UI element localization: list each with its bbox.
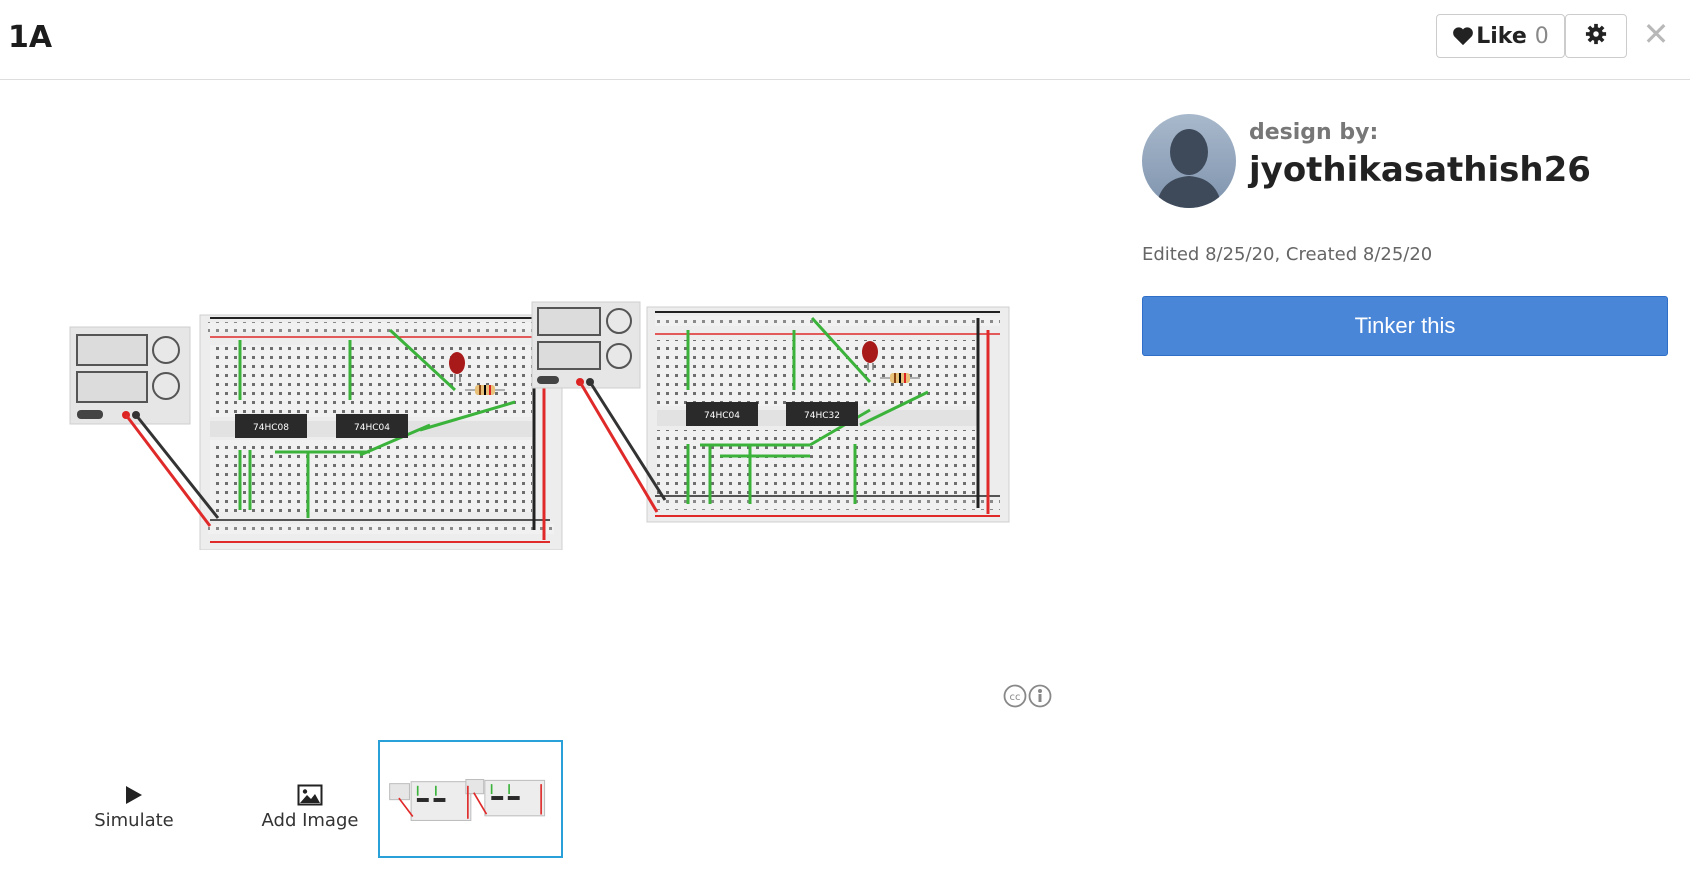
breadboard-left: 74HC08 74HC04 (199, 314, 563, 551)
chip-label: 74HC32 (804, 411, 840, 421)
chip-label: 74HC04 (704, 411, 740, 421)
like-label: Like (1476, 23, 1527, 49)
license-badge: cc (1003, 684, 1052, 712)
close-icon[interactable]: ✕ (1638, 15, 1674, 53)
design-by-label: design by: (1249, 120, 1379, 145)
breadboard-right: 74HC04 74HC32 (646, 306, 1010, 523)
play-icon (124, 778, 144, 806)
add-image-label: Add Image (261, 810, 359, 831)
circuit-preview: 74HC08 74HC04 74HC04 74HC32 (60, 290, 1060, 551)
simulate-label: Simulate (94, 810, 174, 831)
gear-icon (1585, 23, 1607, 49)
design-thumbnail[interactable] (378, 740, 563, 858)
attribution-icon (1028, 684, 1052, 712)
add-image-button[interactable]: Add Image (230, 778, 390, 831)
simulate-button[interactable]: Simulate (64, 778, 204, 831)
tinker-this-button[interactable]: Tinker this (1142, 296, 1668, 356)
power-supply-left (69, 326, 191, 425)
like-button[interactable]: Like 0 (1436, 14, 1565, 58)
image-icon (297, 778, 323, 806)
like-count: 0 (1534, 23, 1549, 49)
creative-commons-icon: cc (1003, 684, 1027, 712)
settings-button[interactable] (1565, 14, 1627, 58)
power-supply-right (531, 301, 641, 389)
svg-text:cc: cc (1010, 692, 1021, 703)
chip-label: 74HC04 (354, 423, 390, 433)
avatar[interactable] (1142, 114, 1236, 208)
design-title: 1A (8, 20, 53, 55)
chip-label: 74HC08 (253, 423, 289, 433)
top-bar: 1A Like 0 ✕ (0, 0, 1690, 80)
author-name[interactable]: jyothikasathish26 (1249, 150, 1591, 190)
edit-dates: Edited 8/25/20, Created 8/25/20 (1142, 244, 1433, 265)
heart-icon (1452, 26, 1474, 46)
